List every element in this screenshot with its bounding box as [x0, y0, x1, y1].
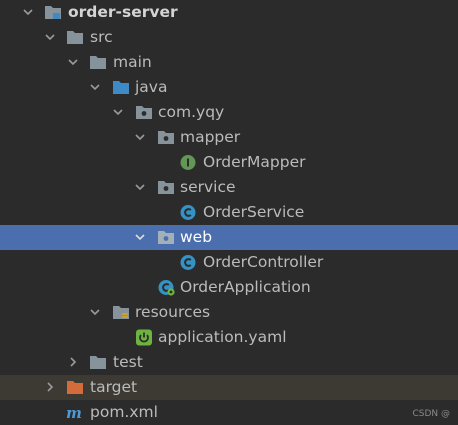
project-tree: order-server src main java com.yqy mappe…	[0, 0, 458, 425]
tree-node-label: web	[180, 228, 213, 246]
tree-node-test[interactable]: test	[0, 350, 458, 375]
package-icon	[158, 231, 174, 244]
chevron-down-icon[interactable]	[89, 81, 101, 93]
chevron-down-icon[interactable]	[112, 106, 124, 118]
tree-node-label: OrderApplication	[180, 278, 311, 296]
interface-icon	[180, 155, 196, 170]
tree-node-com-yqy[interactable]: com.yqy	[0, 100, 458, 125]
tree-node-order-server[interactable]: order-server	[0, 0, 458, 25]
maven-icon: m	[66, 404, 82, 421]
tree-node-resources[interactable]: resources	[0, 300, 458, 325]
tree-node-label: OrderMapper	[203, 153, 306, 171]
chevron-right-icon[interactable]	[67, 356, 79, 368]
tree-node-application-yaml[interactable]: application.yaml	[0, 325, 458, 350]
tree-node-label: order-server	[68, 3, 178, 21]
package-icon	[158, 181, 174, 194]
tree-node-label: main	[113, 53, 152, 71]
tree-node-label: src	[90, 28, 113, 46]
package-icon	[136, 106, 152, 119]
tree-node-label: com.yqy	[158, 103, 225, 121]
spring-config-icon	[136, 329, 152, 346]
svg-text:m: m	[66, 404, 82, 421]
package-icon	[158, 131, 174, 144]
tree-node-java[interactable]: java	[0, 75, 458, 100]
tree-node-src[interactable]: src	[0, 25, 458, 50]
chevron-down-icon[interactable]	[134, 181, 146, 193]
tree-node-order-application[interactable]: OrderApplication	[0, 275, 458, 300]
chevron-down-icon[interactable]	[134, 231, 146, 243]
chevron-down-icon[interactable]	[22, 6, 34, 18]
chevron-right-icon[interactable]	[44, 381, 56, 393]
tree-node-order-service[interactable]: OrderService	[0, 200, 458, 225]
tree-node-label: mapper	[180, 128, 241, 146]
tree-node-main[interactable]: main	[0, 50, 458, 75]
tree-node-label: service	[180, 178, 236, 196]
chevron-down-icon[interactable]	[134, 131, 146, 143]
chevron-down-icon[interactable]	[44, 31, 56, 43]
tree-node-web[interactable]: web	[0, 225, 458, 250]
spring-boot-class-icon	[158, 280, 175, 296]
tree-node-label: pom.xml	[90, 403, 158, 421]
class-icon	[180, 205, 196, 220]
chevron-down-icon[interactable]	[67, 56, 79, 68]
tree-node-target[interactable]: target	[0, 375, 458, 400]
tree-node-label: target	[90, 378, 138, 396]
resources-folder-icon	[113, 306, 129, 319]
class-icon	[180, 255, 196, 270]
folder-icon	[90, 356, 106, 369]
tree-node-label: OrderService	[203, 203, 305, 221]
chevron-down-icon[interactable]	[89, 306, 101, 318]
tree-node-label: resources	[135, 303, 211, 321]
tree-node-label: OrderController	[203, 253, 324, 271]
excluded-folder-icon	[67, 381, 83, 394]
tree-node-mapper[interactable]: mapper	[0, 125, 458, 150]
tree-node-pom-xml[interactable]: m pom.xml	[0, 400, 458, 425]
tree-node-label: application.yaml	[158, 328, 287, 346]
tree-node-label: test	[113, 353, 143, 371]
tree-node-order-mapper[interactable]: OrderMapper	[0, 150, 458, 175]
module-folder-icon	[45, 6, 61, 19]
tree-node-label: java	[135, 78, 168, 96]
source-folder-icon	[113, 81, 129, 94]
folder-icon	[67, 31, 83, 44]
watermark: CSDN @	[412, 409, 450, 419]
tree-node-service[interactable]: service	[0, 175, 458, 200]
folder-icon	[90, 56, 106, 69]
tree-node-order-controller[interactable]: OrderController	[0, 250, 458, 275]
